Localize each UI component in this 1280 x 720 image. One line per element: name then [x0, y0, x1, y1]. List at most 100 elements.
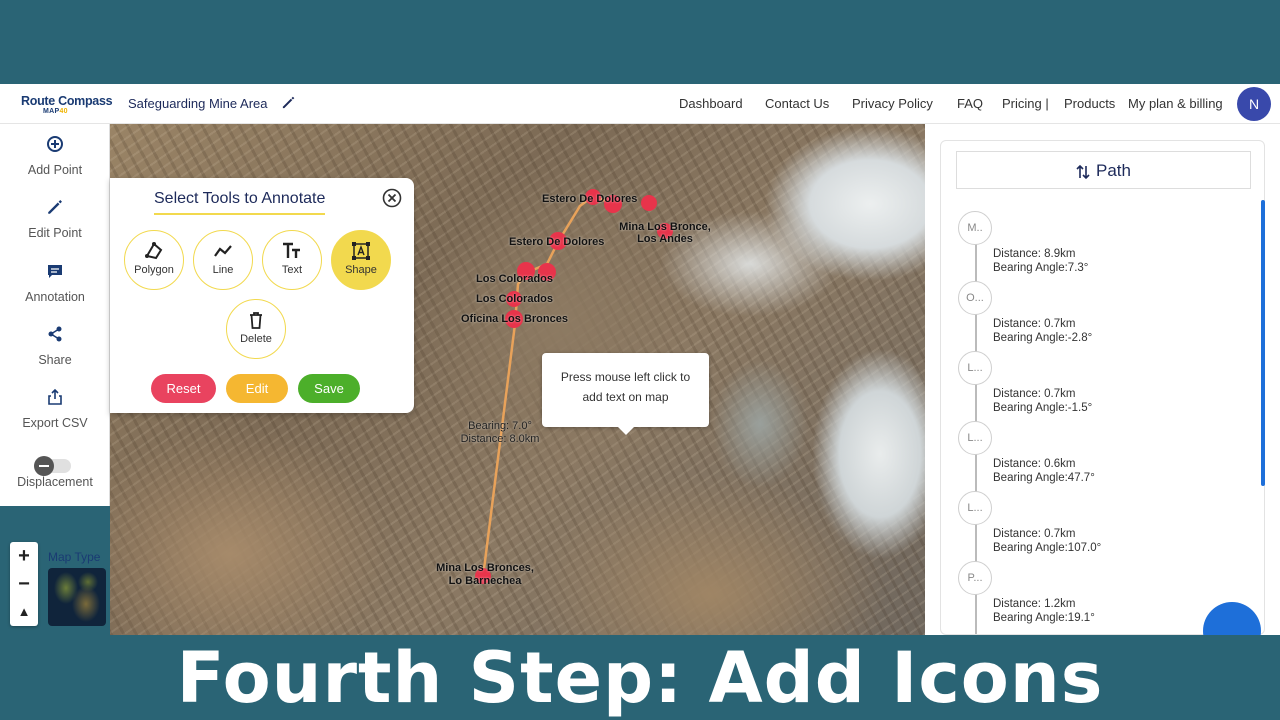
path-segment: Distance: 0.6km Bearing Angle:47.7°: [993, 457, 1095, 485]
shape-tool-label: Shape: [345, 264, 377, 276]
annotate-panel-title: Select Tools to Annotate: [154, 190, 326, 215]
path-panel: Path M.. Distance: 8.9km Bearing Angle:7…: [925, 124, 1280, 635]
segment-distance: Distance: 0.6km: [993, 458, 1076, 470]
pencil-icon: [48, 200, 62, 214]
segment-bearing: Bearing Angle:107.0°: [993, 542, 1102, 554]
caption-banner: Fourth Step: Add Icons: [0, 635, 1280, 720]
share-button[interactable]: Share: [0, 325, 110, 367]
shape-icon: [352, 242, 370, 260]
displacement-label: Displacement: [17, 475, 93, 489]
map-type-thumbnail[interactable]: [48, 568, 106, 626]
nav-faq[interactable]: FAQ: [957, 96, 983, 111]
polygon-tool-label: Polygon: [134, 264, 174, 276]
map-label: Estero De Dolores: [542, 193, 638, 205]
export-csv-button[interactable]: Export CSV: [0, 388, 110, 430]
avatar[interactable]: N: [1237, 87, 1271, 121]
edit-point-label: Edit Point: [28, 226, 82, 240]
segment-distance: Distance: 0.7km: [993, 318, 1076, 330]
path-segment: Distance: 0.7km Bearing Angle:107.0°: [993, 527, 1101, 555]
path-stop[interactable]: M..: [958, 211, 992, 245]
path-panel-scrollbar[interactable]: [1261, 200, 1265, 486]
path-segment: Distance: 0.7km Bearing Angle:-2.8°: [993, 317, 1092, 345]
annotation-label: Annotation: [25, 290, 85, 304]
delete-tool-label: Delete: [240, 333, 272, 345]
pencil-icon[interactable]: [281, 95, 296, 110]
text-tool-label: Text: [281, 264, 303, 276]
save-button[interactable]: Save: [298, 374, 360, 403]
export-csv-label: Export CSV: [22, 416, 88, 430]
line-tool-label: Line: [212, 264, 234, 276]
navbar: Route Compass MAP40 Safeguarding Mine Ar…: [0, 84, 1280, 124]
path-stop[interactable]: L...: [958, 351, 992, 385]
logo[interactable]: Route Compass MAP40: [21, 94, 113, 120]
map-label: Oficina Los Bronces: [461, 313, 568, 325]
sort-arrows-icon: [1076, 164, 1090, 179]
shape-tool-button[interactable]: Shape: [331, 230, 391, 290]
segment-bearing: Bearing Angle:47.7°: [993, 472, 1095, 484]
share-label: Share: [38, 353, 72, 367]
logo-text: Route Compass: [21, 94, 113, 108]
path-stop[interactable]: O...: [958, 281, 992, 315]
share-icon: [48, 326, 62, 342]
line-icon: [214, 245, 232, 257]
segment-bearing: Bearing Angle:-1.5°: [993, 402, 1093, 414]
add-point-label: Add Point: [27, 163, 83, 177]
segment-distance: Distance: 0.7km: [993, 528, 1076, 540]
export-icon: [48, 388, 62, 405]
left-toolbar: Add Point Edit Point Annotation Share Ex…: [0, 124, 110, 506]
nav-products[interactable]: Products: [1064, 96, 1115, 111]
zoom-controls: + − ▲: [10, 542, 38, 626]
segment-bearing: Bearing Angle:-2.8°: [993, 332, 1093, 344]
path-segment: Distance: 1.2km Bearing Angle:19.1°: [993, 597, 1095, 625]
map-label: Mina Los Bronce, Los Andes: [619, 221, 711, 245]
add-point-button[interactable]: Add Point: [0, 135, 110, 177]
add-point-icon: [47, 136, 63, 152]
annotation-button[interactable]: Annotation: [0, 262, 110, 304]
nav-contact-us[interactable]: Contact Us: [765, 96, 829, 111]
path-segment: Distance: 0.7km Bearing Angle:-1.5°: [993, 387, 1092, 415]
polygon-icon: [145, 242, 163, 260]
nav-dashboard[interactable]: Dashboard: [679, 96, 743, 111]
annotation-icon: [48, 265, 62, 278]
compass-button[interactable]: ▲: [10, 598, 38, 626]
map-label: Los Colorados: [476, 293, 554, 305]
logo-subtext: MAP40: [43, 108, 68, 115]
path-card: Path M.. Distance: 8.9km Bearing Angle:7…: [940, 140, 1265, 635]
route-marker: [641, 195, 657, 211]
path-stop[interactable]: P...: [958, 561, 992, 595]
toggle-knob: [34, 456, 54, 476]
map-label: Mina Los Bronces, Lo Barnechea: [436, 562, 534, 587]
close-icon[interactable]: [382, 188, 402, 208]
zoom-out-button[interactable]: −: [10, 570, 38, 598]
path-title: Path: [1096, 161, 1131, 180]
edit-button[interactable]: Edit: [226, 374, 288, 403]
segment-bearing: Bearing Angle:7.3°: [993, 262, 1089, 274]
path-stop[interactable]: L...: [958, 491, 992, 525]
polygon-tool-button[interactable]: Polygon: [124, 230, 184, 290]
line-tool-button[interactable]: Line: [193, 230, 253, 290]
path-stop[interactable]: L...: [958, 421, 992, 455]
map-type-label: Map Type: [48, 550, 101, 564]
displacement-toggle[interactable]: [34, 456, 71, 476]
map-label: Los Colorados: [476, 273, 554, 285]
top-banner: [0, 0, 1280, 84]
map-tooltip: Press mouse left click to add text on ma…: [542, 353, 709, 435]
zoom-in-button[interactable]: +: [10, 542, 38, 570]
text-icon: [283, 242, 300, 258]
trash-icon: [250, 312, 262, 329]
tooltip-line-2: add text on map: [582, 390, 669, 404]
segment-distance: Distance: 0.7km: [993, 388, 1076, 400]
text-tool-button[interactable]: Text: [262, 230, 322, 290]
segment-distance: Distance: 1.2km: [993, 598, 1076, 610]
caption-text: Fourth Step: Add Icons: [176, 637, 1104, 719]
delete-tool-button[interactable]: Delete: [226, 299, 286, 359]
nav-pricing[interactable]: Pricing |: [1002, 96, 1049, 111]
nav-plan-billing[interactable]: My plan & billing: [1128, 96, 1223, 111]
edit-point-button[interactable]: Edit Point: [0, 198, 110, 240]
reset-button[interactable]: Reset: [151, 374, 216, 403]
annotate-tools-panel: Select Tools to Annotate Polygon Line Te…: [110, 178, 414, 413]
project-title: Safeguarding Mine Area: [128, 96, 268, 111]
nav-privacy-policy[interactable]: Privacy Policy: [852, 96, 933, 111]
segment-bearing: Bearing Angle:19.1°: [993, 612, 1095, 624]
path-header-button[interactable]: Path: [956, 151, 1251, 189]
